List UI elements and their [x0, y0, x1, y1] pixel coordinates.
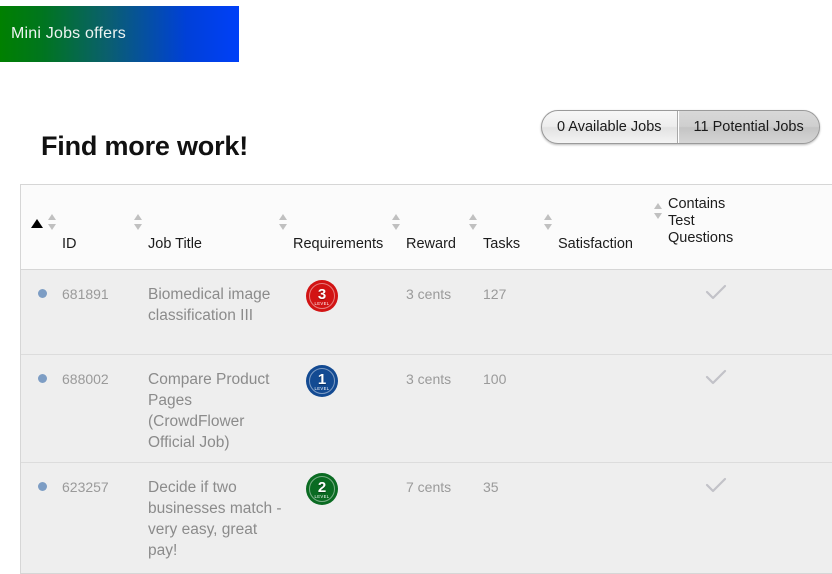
level-badge-number: 1 [317, 371, 327, 388]
bullet-dot-icon [38, 374, 47, 383]
app-banner: Mini Jobs offers [0, 6, 239, 62]
cell-job-title[interactable]: Biomedical image classification III [148, 270, 293, 354]
check-icon [705, 477, 726, 493]
page-title: Find more work! [41, 131, 249, 162]
cell-job-title[interactable]: Compare Product Pages (CrowdFlower Offic… [148, 355, 293, 462]
level-badge-number: 3 [317, 286, 327, 303]
jobs-table-header-row: ID Job Title Requirements Reward Tasks S… [21, 185, 832, 270]
app-banner-title: Mini Jobs offers [11, 25, 126, 42]
jobs-filter-toggle[interactable]: 0 Available Jobs 11 Potential Jobs [541, 110, 820, 144]
jobs-table: ID Job Title Requirements Reward Tasks S… [20, 184, 832, 574]
column-header-reward-label: Reward [406, 236, 456, 252]
cell-reward: 7 cents [406, 479, 452, 495]
sort-updown-icon[interactable] [134, 214, 143, 230]
column-header-requirements-label: Requirements [293, 236, 384, 252]
check-icon [705, 284, 726, 300]
cell-id: 623257 [62, 479, 109, 495]
column-header-ctq-line-2: Test [668, 213, 695, 229]
sort-updown-icon[interactable] [392, 214, 401, 230]
cell-satisfaction [558, 270, 668, 354]
tab-available-jobs[interactable]: 0 Available Jobs [542, 111, 678, 143]
cell-requirements: 2 LEVEL [293, 463, 406, 573]
cell-reward: 3 cents [406, 371, 452, 387]
level-badge-word: LEVEL [314, 494, 330, 499]
level-badge: 3 LEVEL [306, 280, 338, 312]
cell-tasks: 127 [483, 286, 507, 302]
bullet-dot-icon [38, 482, 47, 491]
cell-contains-test-questions [668, 270, 763, 354]
tab-available-jobs-label: 0 Available Jobs [557, 119, 662, 135]
cell-tasks: 35 [483, 479, 499, 495]
sort-updown-icon[interactable] [654, 203, 663, 219]
cell-satisfaction [558, 355, 668, 462]
column-header-ctq-line-1: Contains [668, 196, 726, 212]
sort-updown-icon[interactable] [544, 214, 553, 230]
table-row[interactable]: 688002 Compare Product Pages (CrowdFlowe… [21, 355, 832, 463]
check-icon [705, 369, 726, 385]
tab-potential-jobs[interactable]: 11 Potential Jobs [677, 111, 819, 143]
column-header-requirements[interactable]: Requirements [279, 185, 406, 269]
row-marker-cell [21, 355, 62, 462]
column-header-satisfaction[interactable]: Satisfaction [544, 185, 668, 269]
column-header-tasks-label: Tasks [483, 236, 521, 252]
table-row[interactable]: 623257 Decide if two businesses match - … [21, 463, 832, 573]
column-header-ctq-line-3: Questions [668, 230, 734, 246]
cell-id: 688002 [62, 371, 109, 387]
column-header-satisfaction-label: Satisfaction [558, 236, 633, 252]
sort-updown-icon[interactable] [469, 214, 478, 230]
row-marker-cell [21, 270, 62, 354]
level-badge: 1 LEVEL [306, 365, 338, 397]
column-header-job-title-label: Job Title [148, 236, 202, 252]
cell-requirements: 3 LEVEL [293, 270, 406, 354]
cell-satisfaction [558, 463, 668, 573]
cell-id: 681891 [62, 286, 109, 302]
sort-updown-icon[interactable] [279, 214, 288, 230]
bullet-dot-icon [38, 289, 47, 298]
sort-ascending-icon[interactable] [31, 219, 43, 228]
level-badge: 2 LEVEL [306, 473, 338, 505]
cell-job-title[interactable]: Decide if two businesses match - very ea… [148, 463, 293, 573]
tab-potential-jobs-label: 11 Potential Jobs [693, 119, 804, 135]
column-header-contains-test-questions[interactable]: Contains Test Questions [654, 185, 763, 269]
row-marker-cell [21, 463, 62, 573]
cell-contains-test-questions [668, 463, 763, 573]
table-row[interactable]: 681891 Biomedical image classification I… [21, 270, 832, 355]
level-badge-word: LEVEL [314, 301, 330, 306]
cell-requirements: 1 LEVEL [293, 355, 406, 462]
cell-reward: 3 cents [406, 286, 452, 302]
level-badge-number: 2 [317, 479, 327, 496]
cell-contains-test-questions [668, 355, 763, 462]
sort-updown-icon[interactable] [48, 214, 57, 230]
cell-tasks: 100 [483, 371, 507, 387]
column-header-id-label: ID [62, 236, 77, 252]
level-badge-word: LEVEL [314, 386, 330, 391]
column-header-job-title[interactable]: Job Title [134, 185, 293, 269]
